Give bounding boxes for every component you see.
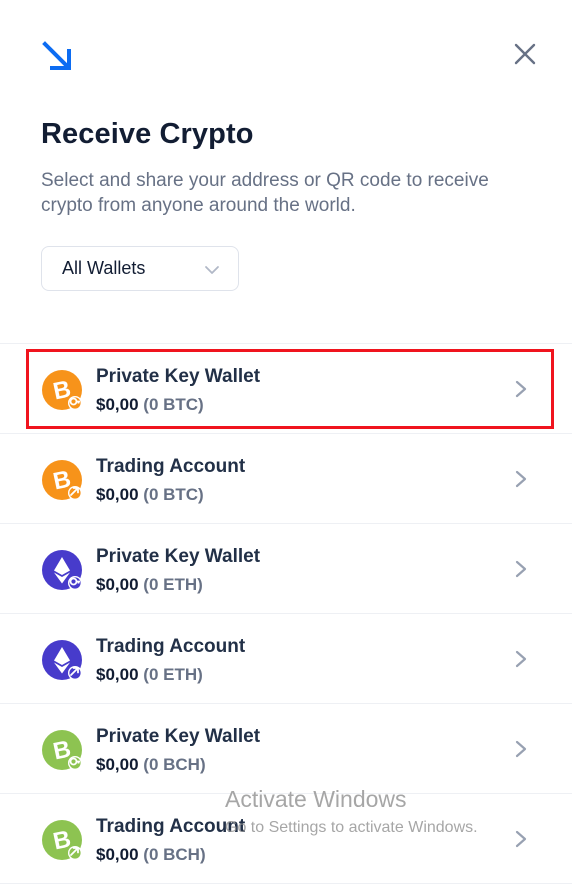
- chevron-right-icon: [515, 650, 527, 668]
- wallet-fiat-balance: $0,00: [96, 755, 139, 774]
- wallet-name: Trading Account: [96, 456, 246, 477]
- btc-coin-icon: B: [42, 370, 82, 410]
- wallet-balance: $0,00 (0 BTC): [96, 395, 204, 415]
- chevron-down-icon: [205, 266, 219, 274]
- chevron-right-icon: [515, 560, 527, 578]
- chevron-right-icon: [515, 740, 527, 758]
- wallet-name: Trading Account: [96, 636, 246, 657]
- page-title: Receive Crypto: [41, 118, 254, 150]
- chevron-right-icon: [515, 830, 527, 848]
- wallet-row[interactable]: B Trading Account $0,00 (0 BTC): [0, 434, 572, 524]
- bch-coin-icon: B: [42, 730, 82, 770]
- wallet-crypto-balance: (0 ETH): [143, 575, 203, 594]
- page-subtitle: Select and share your address or QR code…: [41, 170, 489, 216]
- btc-coin-icon: B: [42, 460, 82, 500]
- wallet-balance: $0,00 (0 BTC): [96, 485, 204, 505]
- wallet-row[interactable]: B Private Key Wallet $0,00 (0 BCH): [0, 704, 572, 794]
- wallet-balance: $0,00 (0 BCH): [96, 845, 206, 865]
- eth-coin-icon: [42, 640, 82, 680]
- wallet-filter-value: All Wallets: [62, 258, 146, 278]
- bch-coin-icon: B: [42, 820, 82, 860]
- wallet-balance: $0,00 (0 ETH): [96, 665, 203, 685]
- wallet-name: Private Key Wallet: [96, 546, 261, 567]
- chevron-right-icon: [515, 470, 527, 488]
- wallet-row[interactable]: Private Key Wallet $0,00 (0 ETH): [0, 524, 572, 614]
- arrow-down-right-icon: [42, 41, 71, 70]
- chevron-right-icon: [515, 380, 527, 398]
- wallet-crypto-balance: (0 ETH): [143, 665, 203, 684]
- wallet-name: Private Key Wallet: [96, 726, 261, 747]
- close-icon[interactable]: [511, 40, 539, 68]
- wallet-fiat-balance: $0,00: [96, 665, 139, 684]
- wallet-name: Private Key Wallet: [96, 366, 261, 387]
- wallet-fiat-balance: $0,00: [96, 575, 139, 594]
- wallet-fiat-balance: $0,00: [96, 845, 139, 864]
- wallet-crypto-balance: (0 BTC): [143, 395, 204, 414]
- wallet-crypto-balance: (0 BTC): [143, 485, 204, 504]
- wallet-balance: $0,00 (0 ETH): [96, 575, 203, 595]
- wallet-crypto-balance: (0 BCH): [143, 845, 206, 864]
- wallet-list: B Private Key Wallet $0,00 (0 BTC) B Trading…: [0, 343, 572, 884]
- wallet-row[interactable]: B Trading Account $0,00 (0 BCH): [0, 794, 572, 884]
- wallet-name: Trading Account: [96, 816, 246, 837]
- wallet-fiat-balance: $0,00: [96, 485, 139, 504]
- wallet-crypto-balance: (0 BCH): [143, 755, 206, 774]
- eth-coin-icon: [42, 550, 82, 590]
- wallet-balance: $0,00 (0 BCH): [96, 755, 206, 775]
- wallet-row[interactable]: Trading Account $0,00 (0 ETH): [0, 614, 572, 704]
- wallet-filter-dropdown[interactable]: All Wallets: [41, 246, 239, 291]
- wallet-row[interactable]: B Private Key Wallet $0,00 (0 BTC): [0, 344, 572, 434]
- wallet-fiat-balance: $0,00: [96, 395, 139, 414]
